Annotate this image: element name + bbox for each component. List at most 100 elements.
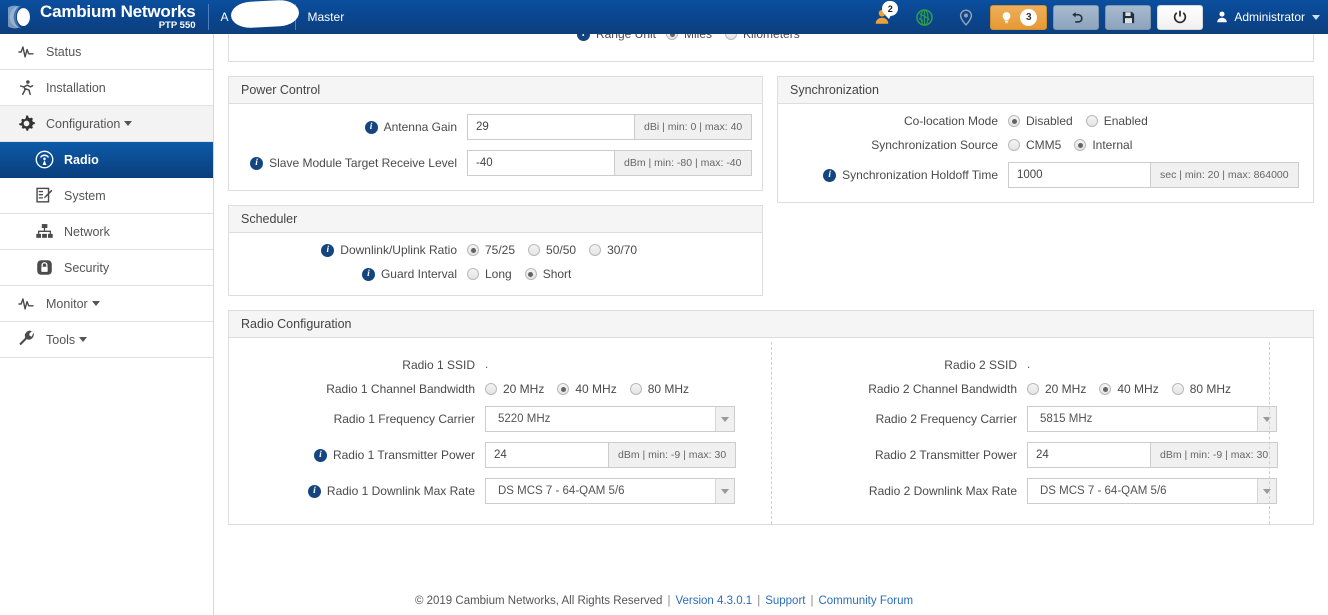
colocation-mode-label: Co-location Mode <box>903 114 998 128</box>
lock-icon <box>32 258 56 278</box>
sidebar-item-radio[interactable]: Radio <box>0 142 213 178</box>
sidebar-item-security[interactable]: Security <box>0 250 213 286</box>
undo-icon <box>1072 11 1083 23</box>
footer-support-link[interactable]: Support <box>765 595 805 607</box>
panel-title: Radio Configuration <box>229 311 1313 338</box>
radio2-bandwidth-20[interactable]: 20 MHz <box>1027 382 1086 396</box>
admin-menu[interactable]: Administrator <box>1215 10 1320 24</box>
sidebar-item-label: Radio <box>64 152 99 167</box>
sidebar-item-system[interactable]: System <box>0 178 213 214</box>
alarms-button[interactable]: 3 <box>990 4 1048 30</box>
option-label: Kilometers <box>743 34 800 41</box>
device-mode-label: Master <box>307 10 345 24</box>
brand-model: PTP 550 <box>158 20 196 32</box>
radio2-maxrate-select[interactable]: DS MCS 7 - 64-QAM 5/6 <box>1027 478 1277 504</box>
radio1-maxrate-select[interactable]: DS MCS 7 - 64-QAM 5/6 <box>485 478 735 504</box>
site-name: A <box>221 0 300 29</box>
sync-source-option-cmm5[interactable]: CMM5 <box>1008 138 1061 152</box>
save-button[interactable] <box>1105 4 1152 30</box>
option-label: 40 MHz <box>1117 382 1159 396</box>
right-column: Synchronization Co-location Mode Disable… <box>777 76 1314 310</box>
radio-indicator <box>1074 139 1087 151</box>
info-icon: i <box>823 168 837 182</box>
chevron-down-icon <box>715 407 734 431</box>
colocation-option-enabled[interactable]: Enabled <box>1085 114 1148 128</box>
range-unit-miles[interactable]: Miles <box>666 34 712 41</box>
radio2-bandwidth-40[interactable]: 40 MHz <box>1099 382 1159 396</box>
radio2-power-input[interactable] <box>1027 442 1151 468</box>
radio2-ssid-label: Radio 2 SSID <box>944 358 1017 372</box>
radio1-power-input[interactable] <box>485 442 609 468</box>
radio2-carrier-row: Radio 2 Frequency Carrier 5815 MHz <box>771 406 1313 432</box>
footer-community-link[interactable]: Community Forum <box>818 595 913 607</box>
radio2-bandwidth-row: Radio 2 Channel Bandwidth 20 MHz 40 MHz <box>771 382 1313 396</box>
radio1-bandwidth-20[interactable]: 20 MHz <box>485 382 544 396</box>
user-alert-badge: 2 <box>882 1 899 19</box>
sidebar-item-label: Installation <box>46 80 106 95</box>
radio2-power-label: Radio 2 Transmitter Power <box>874 448 1017 462</box>
sidebar-item-monitor[interactable]: Monitor <box>0 286 213 322</box>
undo-button[interactable] <box>1053 4 1100 30</box>
radio1-maxrate-value: DS MCS 7 - 64-QAM 5/6 <box>498 485 625 497</box>
sync-source-option-internal[interactable]: Internal <box>1074 138 1132 152</box>
radio1-carrier-label: Radio 1 Frequency Carrier <box>333 412 475 426</box>
ratio-option-50-50[interactable]: 50/50 <box>528 243 576 257</box>
radio-indicator <box>1099 383 1112 395</box>
guard-option-short[interactable]: Short <box>524 267 571 281</box>
radio-indicator <box>629 383 642 395</box>
radio1-carrier-select[interactable]: 5220 MHz <box>485 406 735 432</box>
globe-button[interactable] <box>907 2 941 32</box>
radio2-carrier-value: 5815 MHz <box>1040 413 1093 425</box>
system-icon <box>32 186 56 206</box>
downlink-uplink-ratio-label: Downlink/Uplink Ratio <box>340 243 457 257</box>
radio-indicator <box>1085 115 1098 127</box>
antenna-icon <box>32 150 56 170</box>
slave-rx-level-label: Slave Module Target Receive Level <box>269 156 457 170</box>
radio2-bandwidth-80[interactable]: 80 MHz <box>1171 382 1231 396</box>
info-icon: i <box>313 448 327 462</box>
radio1-bandwidth-80[interactable]: 80 MHz <box>629 382 690 396</box>
power-icon <box>1174 10 1187 24</box>
user-alert-button[interactable]: 2 <box>865 1 899 32</box>
ratio-option-75-25[interactable]: 75/25 <box>467 243 515 257</box>
antenna-gain-input[interactable] <box>467 114 635 140</box>
antenna-gain-input-group: dBi | min: 0 | max: 40 <box>467 114 753 140</box>
radio1-carrier-value: 5220 MHz <box>498 413 551 425</box>
sidebar-item-installation[interactable]: Installation <box>0 70 213 106</box>
radio2-ssid-value: . <box>1027 359 1031 371</box>
panel-title: Synchronization <box>778 77 1313 104</box>
footer-version-link[interactable]: Version 4.3.0.1 <box>675 595 752 607</box>
sidebar-item-label: Network <box>64 224 110 239</box>
colocation-option-disabled[interactable]: Disabled <box>1008 114 1073 128</box>
ratio-option-30-70[interactable]: 30/70 <box>589 243 637 257</box>
sidebar-item-configuration[interactable]: Configuration <box>0 106 213 142</box>
info-icon: i <box>364 120 378 134</box>
sidebar-item-tools[interactable]: Tools <box>0 322 213 358</box>
pulse-icon <box>14 294 38 314</box>
power-button[interactable] <box>1157 4 1204 30</box>
sync-holdoff-input[interactable] <box>1008 162 1151 188</box>
slave-rx-level-input[interactable] <box>467 150 615 176</box>
radio-indicator <box>1027 383 1039 395</box>
radio2-maxrate-label: Radio 2 Downlink Max Rate <box>868 484 1017 498</box>
option-label: Internal <box>1092 138 1133 152</box>
network-icon <box>32 222 56 242</box>
radio1-bandwidth-40[interactable]: 40 MHz <box>557 382 617 396</box>
option-label: Enabled <box>1103 114 1148 128</box>
sync-holdoff-units: sec | min: 20 | max: 864000 <box>1151 162 1299 188</box>
guard-option-long[interactable]: Long <box>467 267 512 281</box>
radio-indicator <box>589 244 602 256</box>
info-icon: i <box>361 267 375 281</box>
option-label: 80 MHz <box>647 382 690 396</box>
radio2-carrier-select[interactable]: 5815 MHz <box>1027 406 1277 432</box>
alarms-badge: 3 <box>1020 8 1038 26</box>
sidebar-item-network[interactable]: Network <box>0 214 213 250</box>
radio-indicator <box>485 383 497 395</box>
radio-indicator <box>528 244 541 256</box>
downlink-uplink-ratio-options: 75/25 50/50 30/70 <box>467 243 637 257</box>
range-unit-kilometers[interactable]: Kilometers <box>725 34 800 41</box>
location-button[interactable] <box>949 2 983 32</box>
option-label: 50/50 <box>546 243 577 257</box>
slave-rx-level-row: i Slave Module Target Receive Level dBm … <box>229 150 762 176</box>
sidebar-item-status[interactable]: Status <box>0 34 213 70</box>
